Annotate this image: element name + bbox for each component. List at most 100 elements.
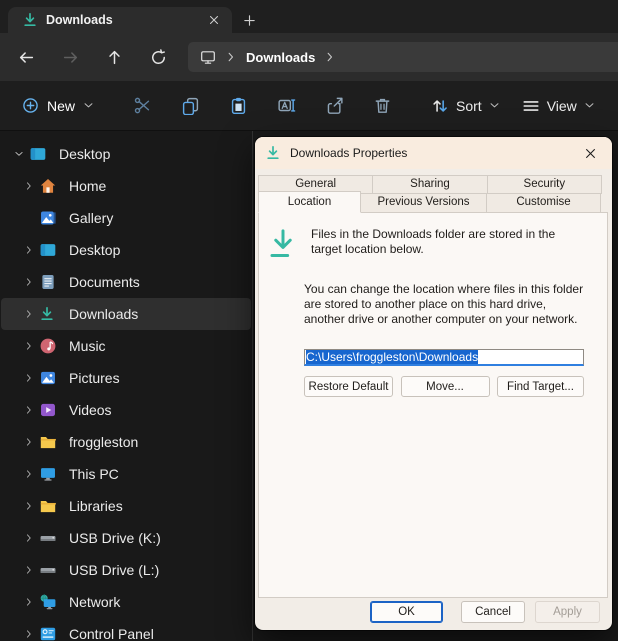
- documents-icon: [39, 273, 65, 291]
- sidebar-item-usb-drive-l[interactable]: USB Drive (L:): [1, 554, 251, 586]
- rename-button[interactable]: [262, 89, 310, 123]
- downloads-icon: [22, 12, 38, 28]
- home-icon: [39, 177, 65, 195]
- paste-button[interactable]: [214, 89, 262, 123]
- file-explorer-window: Downloads Downloads New Sort: [0, 0, 618, 641]
- refresh-button[interactable]: [136, 39, 180, 75]
- chevron-right-icon[interactable]: [19, 277, 39, 287]
- tab-close-icon[interactable]: [204, 10, 224, 30]
- sidebar-item-documents[interactable]: Documents: [1, 266, 251, 298]
- navigation-pane: DesktopHomeGalleryDesktopDocumentsDownlo…: [0, 131, 253, 641]
- chevron-right-icon[interactable]: [19, 597, 39, 607]
- restore-default-button[interactable]: Restore Default: [304, 376, 393, 397]
- chevron-right-icon[interactable]: [225, 51, 237, 63]
- sidebar-item-network[interactable]: Network: [1, 586, 251, 618]
- folder-icon: [39, 433, 65, 451]
- sidebar-item-label: USB Drive (L:): [69, 562, 159, 578]
- chevron-right-icon[interactable]: [19, 437, 39, 447]
- view-button[interactable]: View: [511, 89, 606, 123]
- description-text: You can change the location where files …: [304, 282, 586, 327]
- desktop-icon: [29, 145, 55, 163]
- property-sheet-tabs: GeneralSharingSecurityLocationPrevious V…: [258, 175, 602, 213]
- find-target-button[interactable]: Find Target...: [497, 376, 584, 397]
- target-path-input[interactable]: C:\Users\froggleston\Downloads: [304, 349, 584, 366]
- sort-button-label: Sort: [456, 98, 482, 114]
- sidebar-item-label: Control Panel: [69, 626, 154, 641]
- delete-icon: [373, 96, 392, 115]
- sidebar-item-this-pc[interactable]: This PC: [1, 458, 251, 490]
- sidebar-item-usb-drive-k[interactable]: USB Drive (K:): [1, 522, 251, 554]
- info-text: Files in the Downloads folder are stored…: [311, 227, 587, 261]
- this-pc-icon[interactable]: [200, 49, 216, 65]
- chevron-right-icon[interactable]: [19, 501, 39, 511]
- forward-button[interactable]: [48, 39, 92, 75]
- tab-previous-versions[interactable]: Previous Versions: [360, 193, 487, 213]
- chevron-right-icon[interactable]: [19, 405, 39, 415]
- chevron-right-icon[interactable]: [324, 51, 336, 63]
- sort-icon: [431, 97, 449, 115]
- back-button[interactable]: [4, 39, 48, 75]
- chevron-down-icon: [584, 100, 595, 111]
- downloads-icon: [265, 145, 281, 161]
- view-icon: [522, 97, 540, 115]
- tab-customise[interactable]: Customise: [486, 193, 601, 213]
- sidebar-item-pictures[interactable]: Pictures: [1, 362, 251, 394]
- copy-button[interactable]: [166, 89, 214, 123]
- chevron-right-icon[interactable]: [19, 181, 39, 191]
- sidebar-item-desktop[interactable]: Desktop: [1, 234, 251, 266]
- share-button[interactable]: [310, 89, 358, 123]
- sidebar-item-gallery[interactable]: Gallery: [1, 202, 251, 234]
- tab-security[interactable]: Security: [487, 175, 602, 194]
- usb-drive-icon: [39, 529, 65, 547]
- gallery-icon: [39, 209, 65, 227]
- apply-button[interactable]: Apply: [535, 601, 600, 623]
- sort-button[interactable]: Sort: [420, 89, 511, 123]
- chevron-right-icon[interactable]: [19, 469, 39, 479]
- tab-sharing[interactable]: Sharing: [372, 175, 487, 194]
- breadcrumb-downloads[interactable]: Downloads: [246, 50, 315, 65]
- new-button[interactable]: New: [12, 89, 104, 123]
- sidebar-item-control-panel[interactable]: Control Panel: [1, 618, 251, 641]
- new-button-label: New: [47, 98, 75, 114]
- dialog-title: Downloads Properties: [290, 146, 569, 160]
- chevron-right-icon[interactable]: [19, 565, 39, 575]
- ok-button[interactable]: OK: [370, 601, 443, 623]
- pictures-icon: [39, 369, 65, 387]
- cancel-button[interactable]: Cancel: [461, 601, 525, 623]
- window-tab-strip: Downloads: [0, 0, 618, 33]
- downloads-icon: [39, 306, 65, 322]
- chevron-down-icon[interactable]: [9, 149, 29, 159]
- sidebar-item-home[interactable]: Home: [1, 170, 251, 202]
- sidebar-item-music[interactable]: Music: [1, 330, 251, 362]
- sidebar-item-froggleston[interactable]: froggleston: [1, 426, 251, 458]
- sidebar-item-desktop[interactable]: Desktop: [1, 138, 251, 170]
- sidebar-item-videos[interactable]: Videos: [1, 394, 251, 426]
- up-button[interactable]: [92, 39, 136, 75]
- sidebar-item-libraries[interactable]: Libraries: [1, 490, 251, 522]
- navigation-bar: Downloads: [0, 33, 618, 81]
- sidebar-item-downloads[interactable]: Downloads: [1, 298, 251, 330]
- chevron-right-icon[interactable]: [19, 373, 39, 383]
- tab-location[interactable]: Location: [258, 191, 361, 213]
- dialog-close-icon[interactable]: [578, 141, 602, 165]
- cut-button[interactable]: [118, 89, 166, 123]
- address-bar[interactable]: Downloads: [188, 42, 618, 72]
- downloads-properties-dialog: Downloads Properties GeneralSharingSecur…: [255, 137, 612, 630]
- new-tab-button[interactable]: [232, 7, 266, 33]
- sidebar-item-label: Downloads: [69, 306, 138, 322]
- delete-button[interactable]: [358, 89, 406, 123]
- explorer-tab-downloads[interactable]: Downloads: [8, 7, 232, 33]
- chevron-right-icon[interactable]: [19, 309, 39, 319]
- chevron-right-icon[interactable]: [19, 341, 39, 351]
- chevron-right-icon[interactable]: [19, 533, 39, 543]
- chevron-right-icon[interactable]: [19, 629, 39, 639]
- move-button[interactable]: Move...: [401, 376, 490, 397]
- cut-icon: [133, 96, 152, 115]
- dialog-footer: OK Cancel Apply: [370, 601, 600, 623]
- sidebar-item-label: Documents: [69, 274, 140, 290]
- selected-path-text: C:\Users\froggleston\Downloads: [306, 350, 478, 364]
- dialog-title-bar[interactable]: Downloads Properties: [255, 137, 612, 169]
- chevron-right-icon[interactable]: [19, 245, 39, 255]
- this-pc-icon: [39, 465, 65, 483]
- rename-icon: [277, 96, 296, 115]
